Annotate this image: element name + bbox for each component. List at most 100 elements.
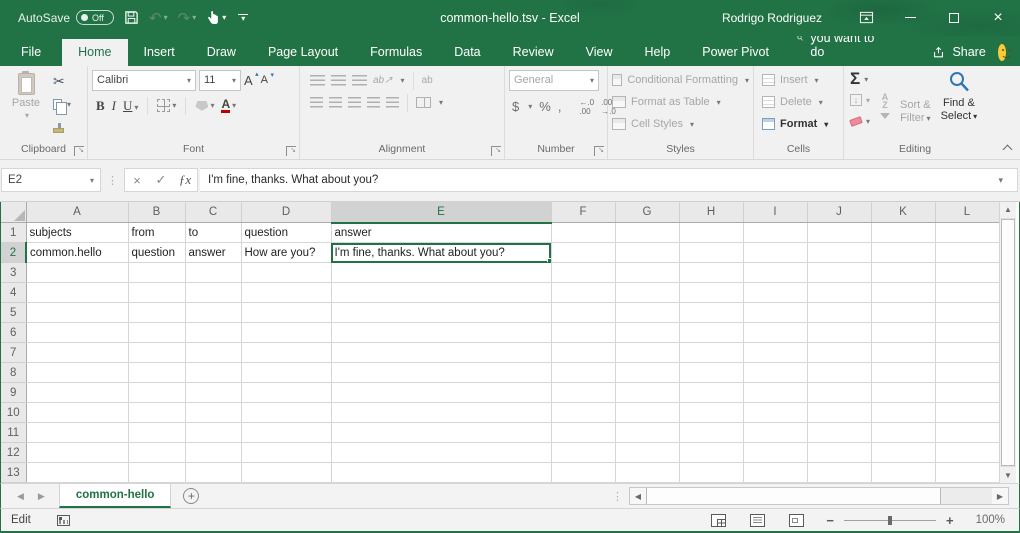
cell-C12[interactable] — [185, 443, 241, 463]
cell-D10[interactable] — [241, 403, 331, 423]
cell-C8[interactable] — [185, 363, 241, 383]
cell-A8[interactable] — [26, 363, 128, 383]
accounting-format-button[interactable]: $ — [512, 99, 519, 114]
cell-B5[interactable] — [128, 303, 185, 323]
tab-review[interactable]: Review — [497, 39, 570, 66]
cell-H7[interactable] — [679, 343, 743, 363]
touch-mode-dropdown-icon[interactable]: ▾ — [222, 13, 226, 22]
row-header-9[interactable]: 9 — [1, 383, 26, 403]
format-as-table-button[interactable]: Format as Table▾ — [612, 92, 749, 113]
borders-button[interactable]: ▾ — [157, 99, 176, 112]
cell-D11[interactable] — [241, 423, 331, 443]
autosave-toggle[interactable]: AutoSave Off — [18, 10, 114, 25]
comma-style-button[interactable]: , — [558, 99, 562, 114]
percent-style-button[interactable]: % — [539, 99, 551, 114]
cell-A7[interactable] — [26, 343, 128, 363]
cell-K3[interactable] — [871, 263, 935, 283]
sort-filter-label[interactable]: Sort &Filter▾ — [900, 99, 931, 125]
cell-I5[interactable] — [743, 303, 807, 323]
collapse-ribbon-icon[interactable] — [1003, 144, 1013, 154]
cell-F6[interactable] — [551, 323, 615, 343]
bottom-align-icon[interactable] — [352, 75, 367, 86]
cell-C11[interactable] — [185, 423, 241, 443]
cell-E2[interactable]: I'm fine, thanks. What about you? — [331, 243, 551, 263]
zoom-in-button[interactable]: + — [946, 513, 954, 528]
cell-A10[interactable] — [26, 403, 128, 423]
cell-E9[interactable] — [331, 383, 551, 403]
horizontal-scroll-thumb[interactable] — [646, 488, 941, 504]
cell-L9[interactable] — [935, 383, 999, 403]
confirm-entry-button[interactable]: ✓ — [149, 172, 173, 188]
clear-button[interactable]: ▾ — [850, 113, 870, 130]
row-header-1[interactable]: 1 — [1, 223, 26, 243]
cell-J10[interactable] — [807, 403, 871, 423]
cell-E8[interactable] — [331, 363, 551, 383]
increase-decimal-button[interactable]: ←.0.00 — [579, 98, 594, 116]
cell-A2[interactable]: common.hello — [26, 243, 128, 263]
cell-E4[interactable] — [331, 283, 551, 303]
tab-bar-splitter[interactable]: ⋮ — [606, 484, 629, 508]
cell-L1[interactable] — [935, 223, 999, 243]
increase-font-size-button[interactable]: A▴ — [244, 73, 258, 88]
cell-I2[interactable] — [743, 243, 807, 263]
row-header-4[interactable]: 4 — [1, 283, 26, 303]
undo-button[interactable]: ↶▾ — [149, 9, 168, 27]
select-all-corner[interactable] — [1, 202, 26, 223]
cell-E3[interactable] — [331, 263, 551, 283]
column-header-A[interactable]: A — [26, 202, 128, 223]
column-header-L[interactable]: L — [935, 202, 999, 223]
tab-view[interactable]: View — [570, 39, 629, 66]
find-select-dropdown-icon[interactable]: ▾ — [973, 112, 977, 121]
cell-D1[interactable]: question — [241, 223, 331, 243]
cell-C7[interactable] — [185, 343, 241, 363]
touch-mouse-mode-button[interactable]: ▾ — [206, 10, 226, 25]
redo-dropdown-icon[interactable]: ▾ — [192, 13, 196, 22]
cell-C9[interactable] — [185, 383, 241, 403]
merge-center-dropdown-icon[interactable]: ▾ — [439, 98, 443, 107]
cell-F11[interactable] — [551, 423, 615, 443]
cell-G6[interactable] — [615, 323, 679, 343]
cell-E1[interactable]: answer — [331, 223, 551, 243]
maximize-button[interactable] — [932, 0, 976, 36]
paste-button[interactable]: Paste ▾ — [4, 70, 48, 142]
cell-E10[interactable] — [331, 403, 551, 423]
cell-A13[interactable] — [26, 463, 128, 483]
row-header-5[interactable]: 5 — [1, 303, 26, 323]
cell-H1[interactable] — [679, 223, 743, 243]
row-header-3[interactable]: 3 — [1, 263, 26, 283]
cell-H8[interactable] — [679, 363, 743, 383]
fill-button[interactable]: ↓▾ — [850, 92, 870, 109]
cell-C13[interactable] — [185, 463, 241, 483]
row-header-13[interactable]: 13 — [1, 463, 26, 483]
cell-L4[interactable] — [935, 283, 999, 303]
expand-formula-bar-icon[interactable]: ▾ — [998, 175, 1009, 186]
cell-D4[interactable] — [241, 283, 331, 303]
paste-dropdown-icon[interactable]: ▾ — [25, 111, 29, 120]
cell-L12[interactable] — [935, 443, 999, 463]
cell-G8[interactable] — [615, 363, 679, 383]
cell-C2[interactable]: answer — [185, 243, 241, 263]
new-sheet-button[interactable]: + — [171, 484, 211, 508]
column-header-F[interactable]: F — [551, 202, 615, 223]
sort-filter-button[interactable]: AZ — [878, 70, 894, 142]
accounting-dropdown-icon[interactable]: ▾ — [528, 102, 532, 111]
tab-insert[interactable]: Insert — [128, 39, 191, 66]
sheet-tab-common-hello[interactable]: common-hello — [59, 484, 172, 508]
fill-color-button[interactable]: ▾ — [195, 101, 214, 111]
column-header-H[interactable]: H — [679, 202, 743, 223]
cell-C4[interactable] — [185, 283, 241, 303]
close-button[interactable]: × — [976, 0, 1020, 36]
alignment-dialog-launcher[interactable] — [491, 146, 501, 156]
cell-G10[interactable] — [615, 403, 679, 423]
cell-B13[interactable] — [128, 463, 185, 483]
zoom-out-button[interactable]: − — [826, 513, 834, 528]
tab-data[interactable]: Data — [438, 39, 496, 66]
cell-J1[interactable] — [807, 223, 871, 243]
cell-L6[interactable] — [935, 323, 999, 343]
cell-C6[interactable] — [185, 323, 241, 343]
tab-file[interactable]: File — [0, 39, 62, 66]
next-sheet-icon[interactable]: ▶ — [38, 491, 45, 502]
row-header-10[interactable]: 10 — [1, 403, 26, 423]
cell-H5[interactable] — [679, 303, 743, 323]
cell-H12[interactable] — [679, 443, 743, 463]
